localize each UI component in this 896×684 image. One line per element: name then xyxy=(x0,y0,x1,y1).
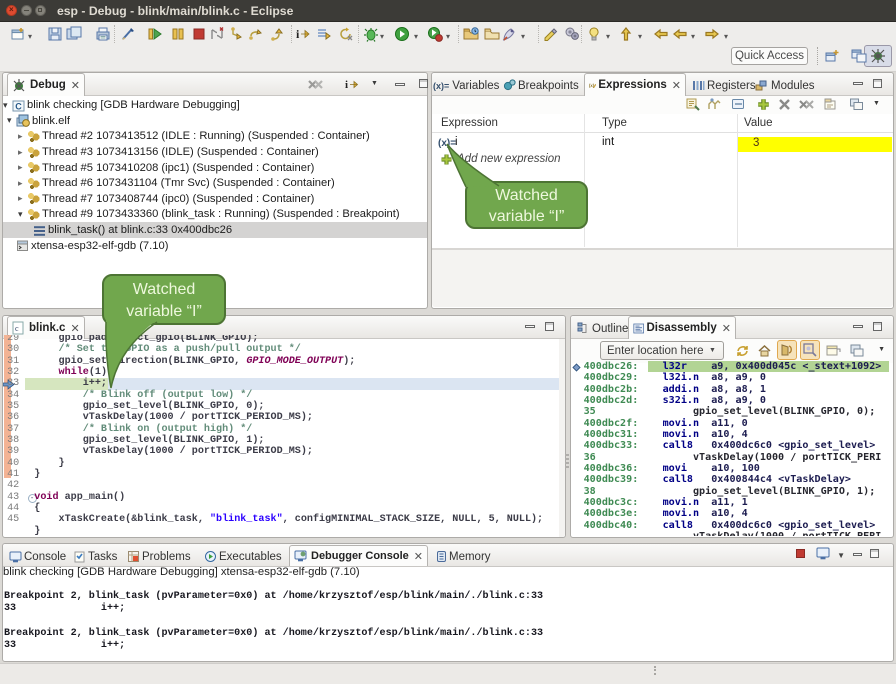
svg-text:c: c xyxy=(15,324,19,333)
svg-text:C: C xyxy=(15,101,22,111)
svg-text:i: i xyxy=(345,79,348,91)
svg-text:i: i xyxy=(296,27,300,41)
